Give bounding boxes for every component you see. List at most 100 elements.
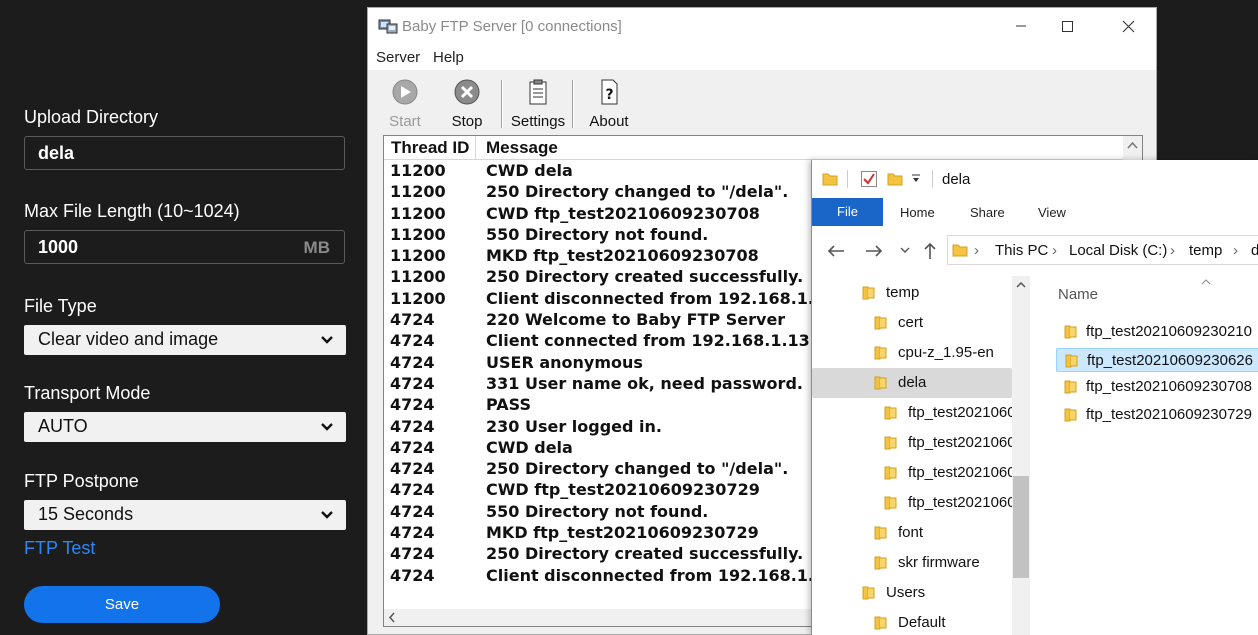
maximize-button[interactable] [1044,8,1090,44]
tab-file[interactable]: File [812,198,883,226]
customize-dropdown-icon[interactable] [911,174,921,184]
ftp-postpone-select[interactable]: 15 Seconds [24,500,346,530]
ribbon-tabs: File Home Share View [812,198,1258,227]
ftp-postpone-value: 15 Seconds [38,504,134,524]
close-button[interactable] [1106,8,1152,44]
log-message: Client connected from 192.168.1.13 [486,331,810,351]
recent-locations-chevron-icon[interactable] [900,247,910,255]
file-explorer-window: dela File Home Share View › This PC › Lo… [811,160,1258,635]
log-message: CWD dela [486,437,573,457]
folder-icon [952,244,968,257]
tree-item[interactable]: temp [812,278,1012,308]
ftp-postpone-label: FTP Postpone [24,471,139,491]
scrollbar-thumb[interactable] [1013,476,1029,578]
back-arrow-icon[interactable] [826,243,846,259]
max-file-length-field[interactable]: MB [24,230,345,264]
tree-item-label: ftp_test2021060 [908,434,1012,451]
file-item[interactable]: ftp_test20210609230210 [1056,320,1258,344]
tab-share[interactable]: Share [970,205,1005,220]
tab-view[interactable]: View [1038,205,1066,220]
column-thread-id[interactable]: Thread ID [391,136,476,159]
about-button[interactable]: ? About [586,78,632,130]
tree-item[interactable]: dela [812,368,1012,398]
minimize-button[interactable] [998,8,1044,44]
max-file-length-input[interactable] [25,231,344,263]
column-message[interactable]: Message [486,138,558,158]
tree-item[interactable]: cpu-z_1.95-en [812,338,1012,368]
log-thread-id: 4724 [390,331,435,351]
log-message: CWD ftp_test20210609230708 [486,203,760,223]
log-thread-id: 11200 [390,246,446,266]
tree-item[interactable]: Users [812,578,1012,608]
folder-icon [884,406,898,424]
stop-icon [454,79,480,105]
menu-bar: Server Help [368,44,1156,70]
up-arrow-icon[interactable] [922,242,938,260]
log-thread-id: 4724 [390,459,435,479]
unit-label: MB [303,238,330,257]
folder-icon [884,436,898,454]
about-label: About [589,113,629,130]
transport-mode-select[interactable]: AUTO [24,412,346,442]
svg-text:?: ? [605,87,613,103]
tree-item[interactable]: ftp_test2021060 [812,428,1012,458]
ftp-test-link[interactable]: FTP Test [24,538,95,559]
tab-home[interactable]: Home [900,205,935,220]
folder-icon [874,376,888,394]
properties-check-icon[interactable] [860,170,878,188]
menu-help[interactable]: Help [433,49,464,66]
tree-item[interactable]: ftp_test2021060 [812,458,1012,488]
stop-button[interactable]: Stop [450,78,484,130]
log-thread-id: 4724 [390,523,435,543]
tree-item-label: ftp_test2021060 [908,494,1012,511]
upload-directory-field[interactable] [24,136,345,170]
tree-item[interactable]: font [812,518,1012,548]
log-message: 230 User logged in. [486,416,663,436]
log-message: CWD ftp_test20210609230729 [486,480,760,500]
tree-item-label: cert [898,314,924,331]
folder-icon [874,616,888,634]
stop-label: Stop [451,113,483,130]
log-thread-id: 11200 [390,182,446,202]
tree-item[interactable]: ftp_test2021060 [812,398,1012,428]
navigation-pane-scrollbar[interactable] [1012,276,1030,635]
breadcrumb-temp[interactable]: temp [1189,242,1222,259]
breadcrumb-dela[interactable]: d [1251,242,1258,259]
log-thread-id: 4724 [390,501,435,521]
new-folder-icon[interactable] [887,171,903,187]
settings-panel: Upload Directory Max File Length (10~102… [0,0,367,635]
tree-item[interactable]: Default [812,608,1012,635]
log-message: Client disconnected from 192.168.1.13 [486,565,837,585]
max-file-length-label: Max File Length (10~1024) [24,201,240,221]
start-button[interactable]: Start [388,78,422,130]
save-button[interactable]: Save [24,586,220,623]
folder-icon [1064,408,1078,426]
log-message: USER anonymous [486,352,643,372]
tree-item[interactable]: skr firmware [812,548,1012,578]
log-message: Client disconnected from 192.168.1.13 [486,288,837,308]
server-app-icon [378,19,398,34]
log-header: Thread ID Message [384,136,1142,160]
tree-item-label: dela [898,374,927,391]
file-item[interactable]: ftp_test20210609230729 [1056,403,1258,427]
window-title: Baby FTP Server [0 connections] [402,18,622,35]
menu-server[interactable]: Server [376,49,420,66]
file-item[interactable]: ftp_test20210609230708 [1056,375,1258,399]
upload-directory-input[interactable] [25,137,344,169]
settings-button[interactable]: Settings [510,78,566,130]
breadcrumb-this-pc[interactable]: This PC [995,242,1048,259]
upload-directory-label: Upload Directory [24,107,159,127]
tree-item[interactable]: cert [812,308,1012,338]
tree-item-label: font [898,524,924,541]
file-type-select[interactable]: Clear video and image [24,325,346,355]
title-bar[interactable]: Baby FTP Server [0 connections] [368,8,1156,44]
tree-item[interactable]: ftp_test2021060 [812,488,1012,518]
file-item[interactable]: ftp_test20210609230626 [1056,347,1258,372]
log-thread-id: 11200 [390,203,446,223]
address-bar[interactable]: › This PC › Local Disk (C:) › temp › d [947,235,1258,265]
column-name[interactable]: Name [1058,286,1098,303]
tree-item-label: Users [886,584,926,601]
forward-arrow-icon[interactable] [864,243,884,259]
breadcrumb-local-disk[interactable]: Local Disk (C:) [1069,242,1167,259]
log-message: 250 Directory created successfully. [486,267,804,287]
